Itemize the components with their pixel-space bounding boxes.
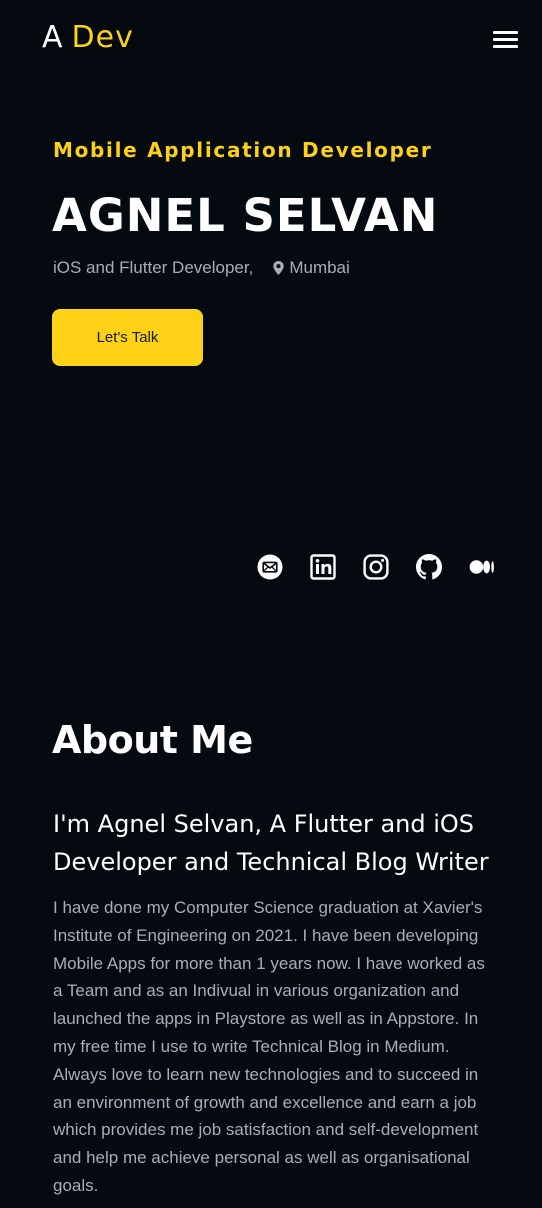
logo-text: Dev: [71, 20, 134, 55]
about-heading: I'm Agnel Selvan, A Flutter and iOS Deve…: [53, 810, 489, 876]
social-links: [255, 552, 496, 584]
lets-talk-button[interactable]: Let's Talk: [52, 309, 203, 366]
about-body: I have done my Computer Science graduati…: [53, 898, 485, 1195]
site-logo[interactable]: A Dev: [42, 20, 134, 56]
instagram-icon[interactable]: [361, 552, 390, 581]
hamburger-menu-icon[interactable]: [490, 28, 520, 50]
medium-icon[interactable]: [467, 552, 496, 581]
hero-location: Mumbai: [289, 258, 350, 277]
linkedin-icon[interactable]: [308, 552, 337, 581]
hero-role: Mobile Application Developer: [53, 138, 433, 162]
hero-name: AGNEL SELVAN: [52, 189, 439, 242]
mail-icon[interactable]: [255, 552, 284, 581]
top-nav-bar: A Dev: [0, 0, 542, 78]
github-icon[interactable]: [414, 552, 443, 581]
location-pin-icon: [273, 261, 285, 275]
logo-mark: A: [42, 20, 64, 55]
about-title: About Me: [52, 718, 253, 762]
hero-subtitle-row: iOS and Flutter Developer, Mumbai: [53, 258, 350, 278]
hero-subtitle: iOS and Flutter Developer,: [53, 258, 254, 277]
